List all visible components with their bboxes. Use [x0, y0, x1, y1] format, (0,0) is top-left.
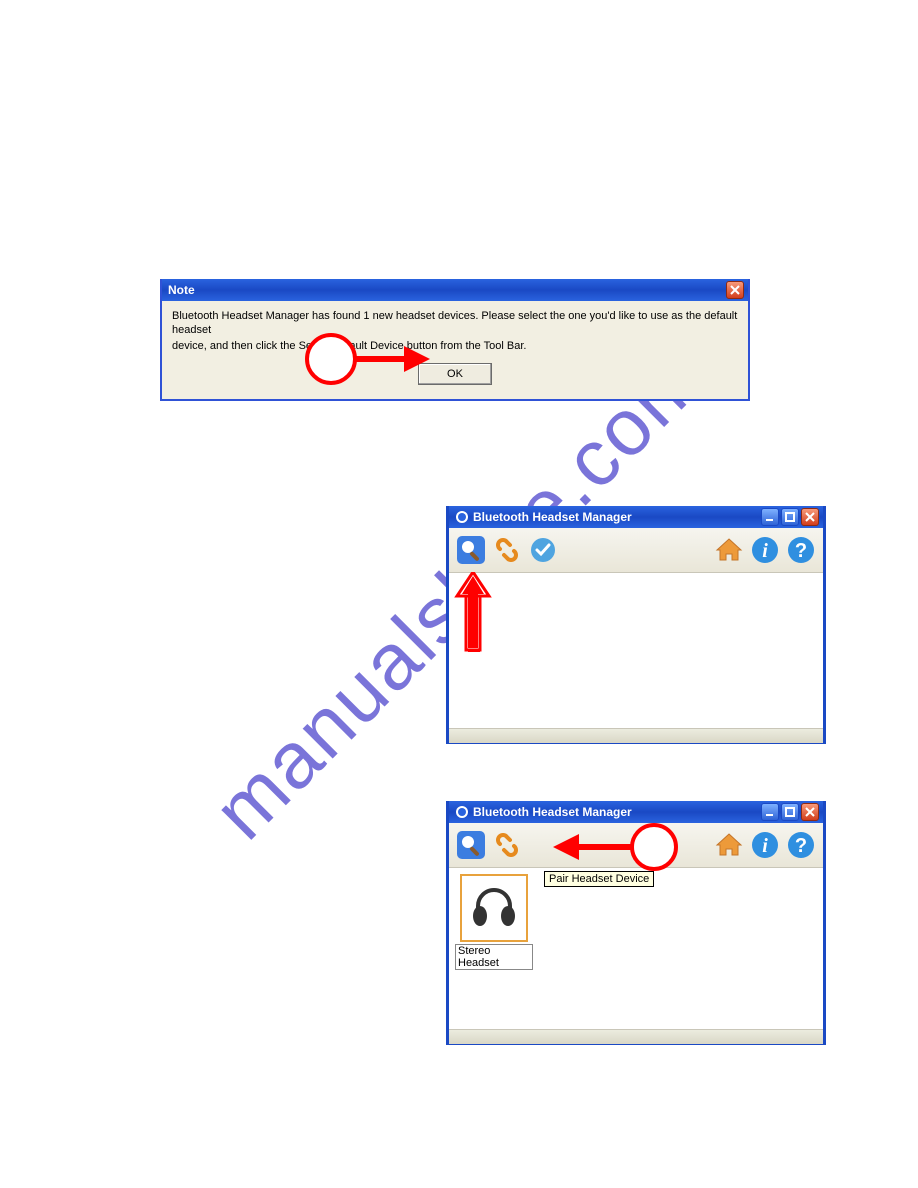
minimize-icon: [765, 807, 775, 817]
note-dialog: Note Bluetooth Headset Manager has found…: [160, 279, 750, 401]
search-device-button[interactable]: [455, 829, 487, 861]
headphones-icon: [468, 882, 520, 934]
close-icon: [805, 512, 815, 522]
search-device-button[interactable]: [455, 534, 487, 566]
svg-text:i: i: [762, 540, 768, 562]
manager1-toolbar: i ?: [449, 528, 823, 573]
manager1-statusbar: [449, 728, 823, 743]
manager-window-1: Bluetooth Headset Manager: [446, 506, 826, 744]
check-circle-icon: [528, 535, 558, 565]
pair-tooltip: Pair Headset Device: [544, 871, 654, 887]
info-button[interactable]: i: [749, 829, 781, 861]
note-close-button[interactable]: [726, 281, 744, 299]
note-title: Note: [168, 283, 195, 297]
minimize-button[interactable]: [761, 508, 779, 526]
home-button[interactable]: [713, 534, 745, 566]
maximize-icon: [785, 512, 795, 522]
help-icon: ?: [786, 830, 816, 860]
home-button[interactable]: [713, 829, 745, 861]
manager1-content: [449, 573, 823, 728]
manager2-titlebar: Bluetooth Headset Manager: [449, 801, 823, 823]
device-label: Stereo Headset: [455, 944, 533, 970]
manager2-statusbar: [449, 1029, 823, 1044]
note-body: Bluetooth Headset Manager has found 1 ne…: [162, 301, 748, 399]
manager2-title: Bluetooth Headset Manager: [473, 805, 632, 819]
info-button[interactable]: i: [749, 534, 781, 566]
close-icon: [805, 807, 815, 817]
home-icon: [714, 535, 744, 565]
minimize-icon: [765, 512, 775, 522]
note-titlebar: Note: [162, 279, 748, 301]
home-icon: [714, 830, 744, 860]
info-icon: i: [750, 830, 780, 860]
svg-text:i: i: [762, 835, 768, 857]
search-icon: [456, 535, 486, 565]
manager1-title: Bluetooth Headset Manager: [473, 510, 632, 524]
svg-text:?: ?: [795, 835, 807, 857]
manager2-content: Stereo Headset: [449, 868, 823, 1029]
info-icon: i: [750, 535, 780, 565]
note-message-line2: device, and then click the Select Defaul…: [172, 339, 738, 353]
link-icon: [492, 535, 522, 565]
help-button[interactable]: ?: [785, 534, 817, 566]
app-icon: [455, 510, 469, 524]
maximize-button[interactable]: [781, 508, 799, 526]
note-message-line1: Bluetooth Headset Manager has found 1 ne…: [172, 309, 738, 337]
close-button[interactable]: [801, 508, 819, 526]
link-icon: [492, 830, 522, 860]
maximize-icon: [785, 807, 795, 817]
help-button[interactable]: ?: [785, 829, 817, 861]
manager2-toolbar: i ?: [449, 823, 823, 868]
pair-device-button[interactable]: [491, 534, 523, 566]
search-icon: [456, 830, 486, 860]
manager-window-2: Bluetooth Headset Manager: [446, 801, 826, 1045]
pair-device-button[interactable]: [491, 829, 523, 861]
minimize-button[interactable]: [761, 803, 779, 821]
app-icon: [455, 805, 469, 819]
ok-button[interactable]: OK: [418, 363, 492, 385]
device-thumbnail: [460, 874, 528, 942]
help-icon: ?: [786, 535, 816, 565]
manager1-titlebar: Bluetooth Headset Manager: [449, 506, 823, 528]
close-icon: [730, 285, 740, 295]
close-button[interactable]: [801, 803, 819, 821]
maximize-button[interactable]: [781, 803, 799, 821]
device-item[interactable]: Stereo Headset: [455, 874, 533, 970]
default-device-button[interactable]: [527, 534, 559, 566]
svg-text:?: ?: [795, 540, 807, 562]
